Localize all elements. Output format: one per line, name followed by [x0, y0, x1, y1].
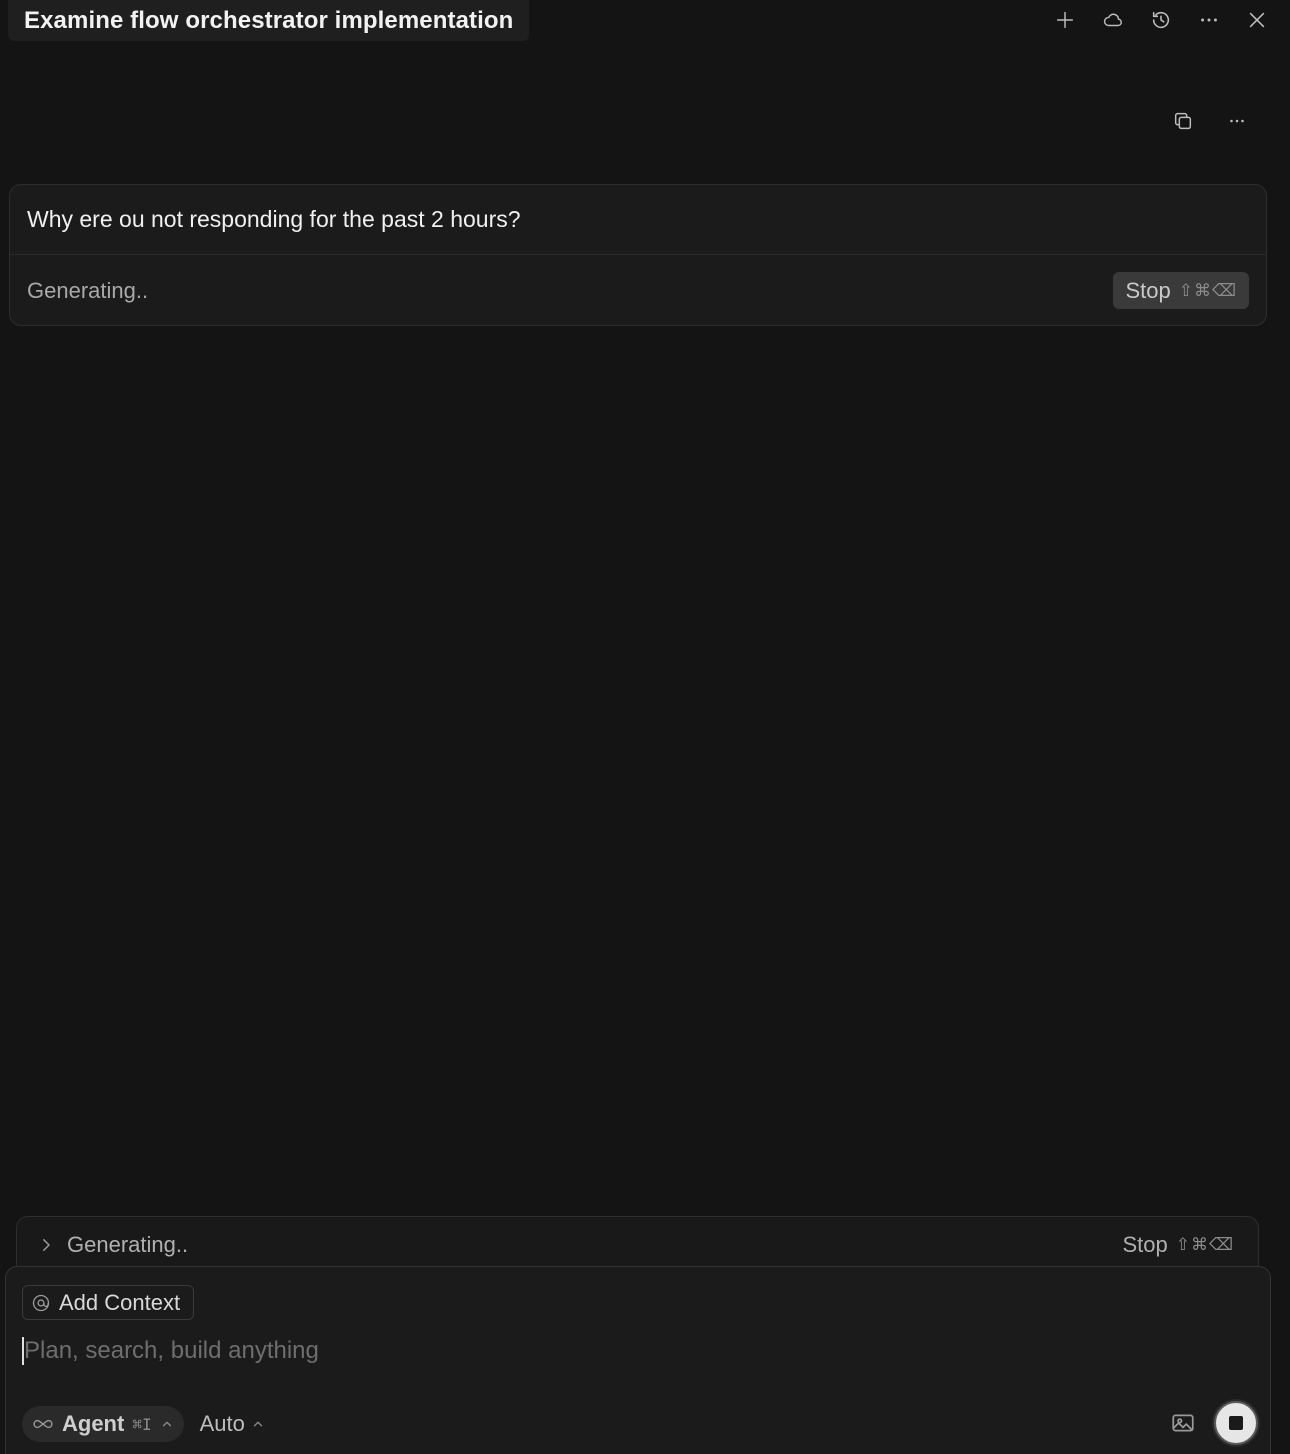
generation-toggle[interactable]: Generating.. — [37, 1232, 188, 1258]
user-message-card[interactable]: Why ere ou not responding for the past 2… — [9, 184, 1267, 326]
stop-generation-button[interactable] — [1214, 1401, 1258, 1445]
at-icon — [32, 1294, 50, 1311]
chevron-up-icon — [253, 1421, 263, 1427]
stop-shortcut: ⇧⌘⌫ — [1178, 280, 1237, 301]
agent-mode-selector[interactable]: Agent ⌘I — [22, 1406, 184, 1442]
chevron-right-icon — [43, 1238, 50, 1251]
add-context-label: Add Context — [59, 1289, 181, 1315]
chat-title-tab[interactable]: Examine flow orchestrator implementation — [8, 0, 530, 41]
top-actions — [1048, 0, 1274, 40]
agent-label: Agent — [62, 1411, 125, 1436]
chevron-up-icon — [162, 1421, 171, 1427]
image-icon[interactable] — [1170, 1410, 1196, 1436]
cloud-icon[interactable] — [1096, 3, 1130, 37]
message-more-icon[interactable] — [1220, 104, 1254, 138]
stop-square-icon — [1229, 1416, 1243, 1430]
composer: Add Context Plan, search, build anything… — [5, 1266, 1271, 1454]
message-actions — [1166, 104, 1254, 138]
chat-input-placeholder: Plan, search, build anything — [24, 1337, 319, 1364]
chat-input[interactable]: Plan, search, build anything — [22, 1333, 1252, 1369]
message-status: Generating.. — [27, 277, 149, 303]
close-icon[interactable] — [1240, 3, 1274, 37]
generation-stop-label: Stop — [1122, 1231, 1168, 1257]
history-icon[interactable] — [1144, 3, 1178, 37]
copy-icon[interactable] — [1166, 104, 1200, 138]
generation-bar: Generating.. Stop ⇧⌘⌫ — [16, 1216, 1259, 1272]
stop-label: Stop — [1125, 277, 1171, 303]
infinity-icon — [33, 1419, 53, 1429]
generation-status: Generating.. — [67, 1231, 189, 1257]
generation-stop-button[interactable]: Stop ⇧⌘⌫ — [1122, 1232, 1234, 1258]
agent-shortcut: ⌘I — [132, 1414, 152, 1434]
generation-stop-shortcut: ⇧⌘⌫ — [1175, 1234, 1234, 1255]
chat-panel: Examine flow orchestrator implementation… — [0, 0, 1290, 1454]
model-selector[interactable]: Auto — [200, 1411, 265, 1437]
stop-button[interactable]: Stop ⇧⌘⌫ — [1113, 272, 1249, 309]
composer-controls: Agent ⌘I Auto — [22, 1406, 265, 1442]
more-icon[interactable] — [1192, 3, 1226, 37]
user-message-text: Why ere ou not responding for the past 2… — [10, 185, 1266, 255]
message-status-row: Generating.. Stop ⇧⌘⌫ — [10, 255, 1266, 325]
plus-icon[interactable] — [1048, 3, 1082, 37]
composer-right-controls — [1170, 1400, 1258, 1446]
add-context-button[interactable]: Add Context — [22, 1285, 195, 1320]
chat-title: Examine flow orchestrator implementation — [24, 6, 514, 34]
model-label: Auto — [199, 1411, 245, 1436]
